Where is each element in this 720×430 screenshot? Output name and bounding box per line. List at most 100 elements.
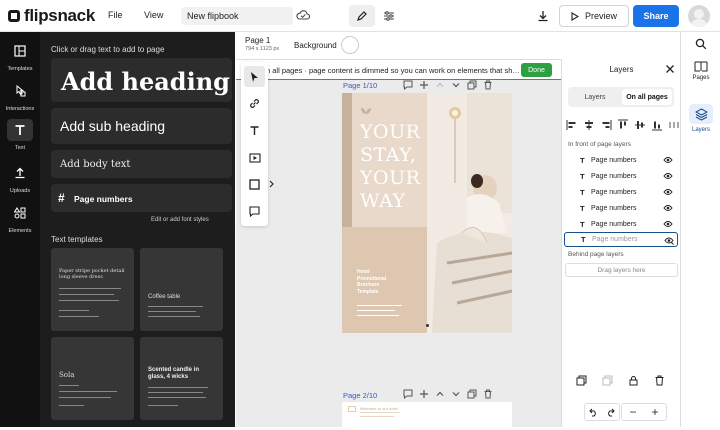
eye-icon[interactable] bbox=[663, 220, 673, 228]
preview-button[interactable]: Preview bbox=[559, 5, 629, 27]
zoom-out-button[interactable]: − bbox=[629, 405, 636, 419]
rail-text[interactable]: Text bbox=[0, 119, 40, 151]
redo-icon[interactable] bbox=[606, 408, 615, 417]
headline-line: YOUR bbox=[360, 121, 421, 143]
duplicate-icon[interactable] bbox=[467, 80, 477, 90]
template-line bbox=[59, 294, 114, 295]
align-bottom-icon[interactable] bbox=[651, 119, 663, 131]
edit-font-styles-link[interactable]: Edit or add font styles bbox=[151, 217, 209, 223]
layer-item[interactable]: T Page numbers bbox=[564, 153, 678, 168]
eye-icon[interactable] bbox=[663, 156, 673, 164]
rail-interactions[interactable]: Interactions bbox=[0, 80, 40, 112]
add-page-icon[interactable] bbox=[419, 389, 429, 399]
template-line bbox=[59, 385, 79, 386]
link-tool[interactable] bbox=[244, 93, 265, 114]
download-button[interactable] bbox=[530, 6, 556, 26]
interactions-icon bbox=[16, 85, 26, 97]
tab-layers[interactable]: Layers bbox=[570, 89, 620, 105]
cloud-sync-icon[interactable] bbox=[296, 9, 310, 21]
leaf-logo-icon bbox=[361, 108, 371, 114]
rail-layers[interactable]: Layers bbox=[681, 104, 720, 133]
comment-tool[interactable] bbox=[244, 201, 265, 222]
zoom-in-button[interactable]: + bbox=[651, 405, 658, 419]
add-heading-button[interactable]: Add heading bbox=[51, 58, 232, 102]
comment-icon[interactable] bbox=[403, 389, 413, 399]
text-template-card[interactable]: Paper stripe pocket detail long sleeve d… bbox=[51, 248, 134, 331]
undo-icon[interactable] bbox=[589, 408, 598, 417]
layer-item[interactable]: T Page numbers bbox=[564, 185, 678, 200]
distribute-h-icon[interactable] bbox=[668, 119, 680, 131]
text-panel: Click or drag text to add to page Add he… bbox=[40, 32, 235, 427]
all-pages-info-bar: n all pages · page content is dimmed so … bbox=[236, 60, 561, 80]
share-button[interactable]: Share bbox=[633, 5, 679, 27]
trash-icon[interactable] bbox=[483, 389, 493, 399]
page-1[interactable]: YOUR STAY, YOUR WAY Hotel Promotional Br… bbox=[342, 93, 512, 333]
template-line bbox=[148, 387, 208, 388]
tab-on-all-pages[interactable]: On all pages bbox=[622, 89, 672, 105]
shape-tool[interactable] bbox=[244, 174, 265, 195]
page-numbers-button[interactable]: # Page numbers bbox=[51, 184, 232, 212]
layer-item[interactable]: T Page numbers bbox=[564, 201, 678, 216]
chevron-right-icon[interactable] bbox=[269, 180, 275, 188]
layer-item[interactable]: T Page numbers bbox=[564, 217, 678, 232]
template-line bbox=[148, 306, 203, 307]
align-center-v-icon[interactable] bbox=[634, 119, 646, 131]
add-body-button[interactable]: Add body text bbox=[51, 150, 232, 178]
add-page-icon[interactable] bbox=[419, 80, 429, 90]
layer-item[interactable]: T Page numbers bbox=[564, 169, 678, 184]
page-2[interactable]: Welcome to our hotel bbox=[342, 402, 512, 430]
top-bar: flipsnack File View New flipbook Preview… bbox=[0, 0, 720, 32]
align-left-icon[interactable] bbox=[566, 119, 578, 131]
eye-icon[interactable] bbox=[663, 188, 673, 196]
text-template-card[interactable]: Sola bbox=[51, 337, 134, 420]
rail-pages[interactable]: Pages bbox=[681, 60, 720, 81]
comment-icon[interactable] bbox=[403, 80, 413, 90]
close-icon[interactable] bbox=[665, 64, 675, 74]
add-subheading-button[interactable]: Add sub heading bbox=[51, 108, 232, 144]
user-avatar[interactable] bbox=[688, 5, 710, 27]
duplicate-icon[interactable] bbox=[467, 389, 477, 399]
page-size: 794 x 1123 px bbox=[245, 46, 280, 52]
text-template-title: Scented candle in glass, 4 wicks bbox=[148, 367, 200, 380]
align-right-icon[interactable] bbox=[600, 119, 612, 131]
eye-icon[interactable] bbox=[663, 172, 673, 180]
background-color-swatch[interactable] bbox=[341, 36, 359, 54]
copy-icon[interactable] bbox=[602, 375, 613, 386]
flipbook-name-input[interactable]: New flipbook bbox=[181, 7, 293, 25]
rail-templates[interactable]: Templates bbox=[0, 40, 40, 72]
layers-drop-zone[interactable]: Drag layers here bbox=[565, 263, 678, 277]
search-icon[interactable] bbox=[695, 38, 707, 50]
lock-icon[interactable] bbox=[628, 375, 639, 386]
align-top-icon[interactable] bbox=[617, 119, 629, 131]
add-heading-label: Add heading bbox=[61, 67, 230, 96]
layers-panel: Layers Layers On all pages In front of p… bbox=[561, 59, 694, 427]
chevron-up-icon[interactable] bbox=[435, 80, 445, 90]
text-tool[interactable] bbox=[244, 120, 265, 141]
select-tool[interactable] bbox=[244, 66, 265, 87]
menu-file[interactable]: File bbox=[108, 10, 123, 20]
layer-item-selected[interactable]: T Page numbers bbox=[564, 232, 678, 247]
align-center-h-icon[interactable] bbox=[583, 119, 595, 131]
pages-icon bbox=[694, 61, 708, 72]
chevron-up-icon[interactable] bbox=[435, 389, 445, 399]
done-button[interactable]: Done bbox=[521, 63, 552, 77]
edit-mode-button[interactable] bbox=[349, 5, 375, 27]
rail-uploads[interactable]: Uploads bbox=[0, 162, 40, 194]
eye-off-icon[interactable] bbox=[664, 236, 674, 245]
rail-elements[interactable]: Elements bbox=[0, 202, 40, 234]
trash-icon[interactable] bbox=[654, 375, 665, 386]
sliders-icon bbox=[384, 11, 394, 21]
settings-mode-button[interactable] bbox=[376, 5, 402, 27]
eye-icon[interactable] bbox=[663, 204, 673, 212]
duplicate-icon[interactable] bbox=[576, 375, 587, 386]
video-tool[interactable] bbox=[244, 147, 265, 168]
logo[interactable]: flipsnack bbox=[7, 6, 95, 26]
template-line bbox=[59, 300, 119, 301]
menu-view[interactable]: View bbox=[144, 10, 163, 20]
text-template-card[interactable]: Scented candle in glass, 4 wicks bbox=[140, 337, 223, 420]
info-text: n all pages · page content is dimmed so … bbox=[266, 66, 520, 75]
chevron-down-icon[interactable] bbox=[451, 80, 461, 90]
text-template-card[interactable]: Coffee table bbox=[140, 248, 223, 331]
chevron-down-icon[interactable] bbox=[451, 389, 461, 399]
trash-icon[interactable] bbox=[483, 80, 493, 90]
